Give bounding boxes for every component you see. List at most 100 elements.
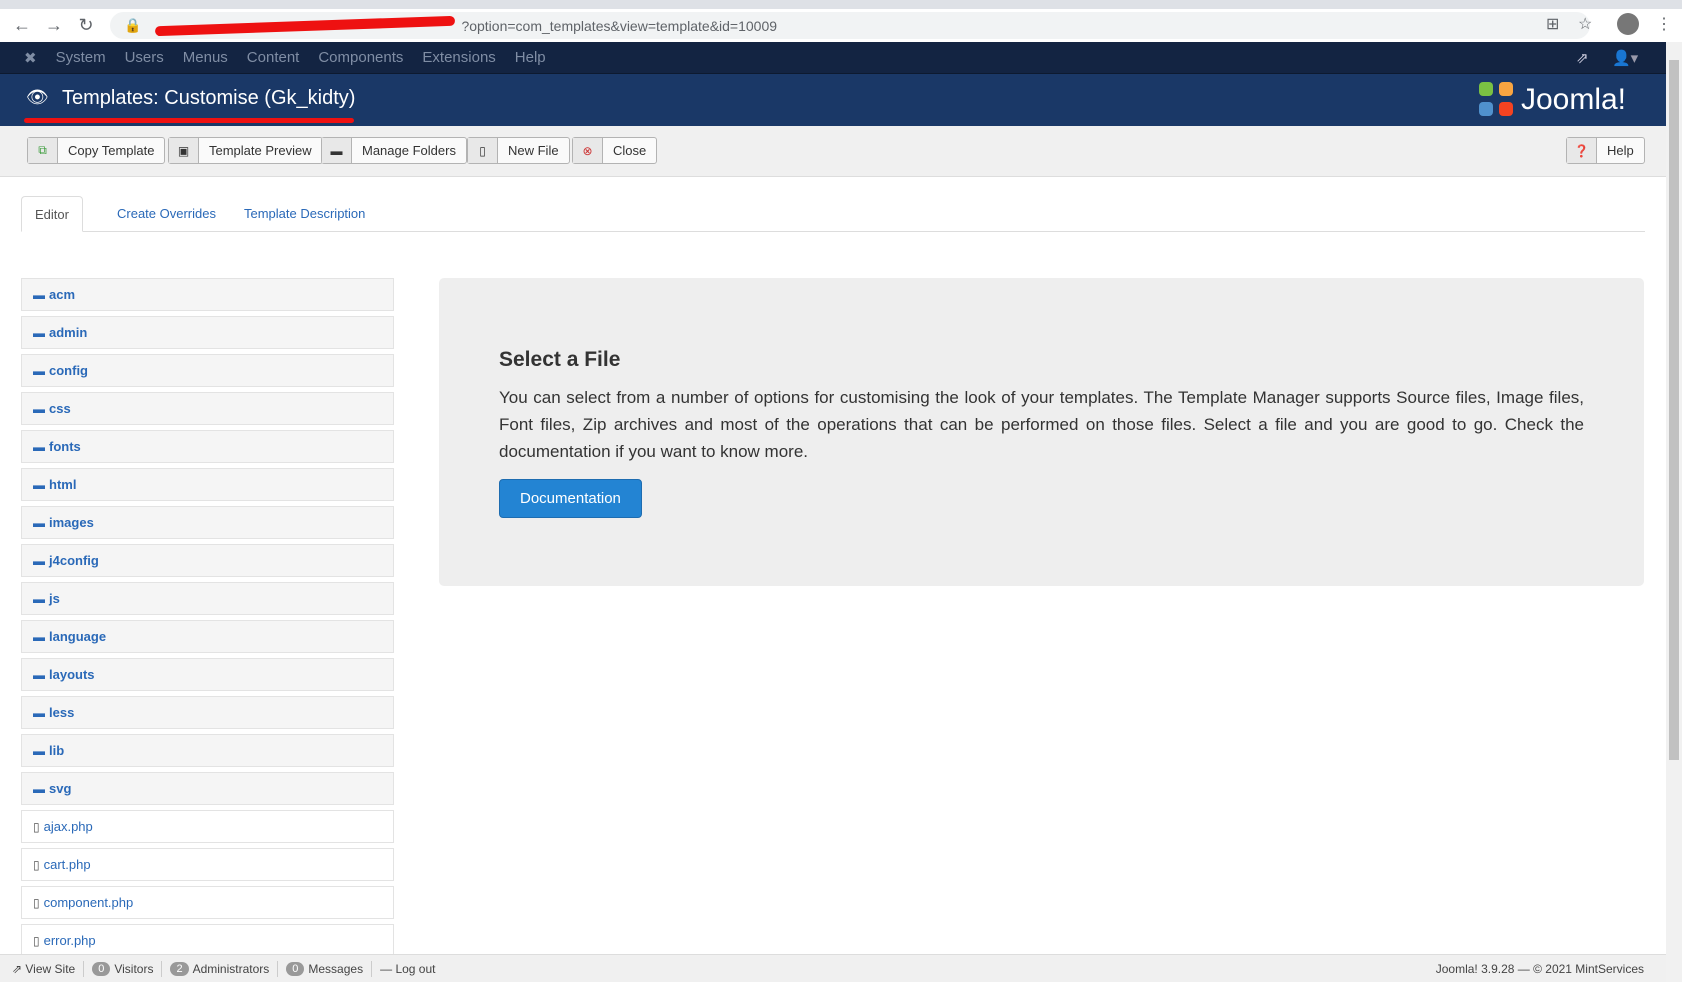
version-text: Joomla! 3.9.28 — © 2021 MintServices [1435, 961, 1644, 976]
menu-system[interactable]: System [56, 49, 106, 66]
help-button[interactable]: ❓ Help [1566, 137, 1645, 164]
menu-extensions[interactable]: Extensions [422, 49, 495, 66]
file-item[interactable]: ▯ ajax.php [21, 810, 394, 843]
visitors-badge: 0 [92, 961, 111, 976]
menu-menus[interactable]: Menus [183, 49, 228, 66]
address-bar[interactable]: 🔒 ?option=com_templates&view=template&id… [110, 12, 1590, 39]
file-item[interactable]: ▯ cart.php [21, 848, 394, 881]
profile-avatar[interactable] [1617, 13, 1639, 35]
select-file-panel: Select a File You can select from a numb… [439, 278, 1644, 586]
admins-label[interactable]: Administrators [193, 962, 270, 976]
tab-template-description[interactable]: Template Description [231, 196, 378, 232]
folder-icon: ▬ [33, 629, 45, 644]
tab-create-overrides[interactable]: Create Overrides [104, 196, 229, 232]
menu-users[interactable]: Users [125, 49, 164, 66]
url-text: ?option=com_templates&view=template&id=1… [461, 17, 778, 34]
template-preview-button[interactable]: ▣ Template Preview [168, 137, 323, 164]
manage-folders-button[interactable]: ▬ Manage Folders [321, 137, 467, 164]
folder-icon: ▬ [33, 743, 45, 758]
folder-item[interactable]: ▬ css [21, 392, 394, 425]
star-icon[interactable]: ☆ [1578, 14, 1592, 34]
menu-icon[interactable]: ⋮ [1656, 14, 1672, 34]
menu-content[interactable]: Content [247, 49, 300, 66]
file-icon: ▯ [468, 138, 498, 163]
folder-item[interactable]: ▬ fonts [21, 430, 394, 463]
eye-icon: 👁 [26, 87, 49, 107]
folder-item[interactable]: ▬ svg [21, 772, 394, 805]
menu-help[interactable]: Help [515, 49, 546, 66]
folder-item[interactable]: ▬ js [21, 582, 394, 615]
forward-icon[interactable]: → [38, 15, 70, 36]
folder-icon: ▬ [33, 401, 45, 416]
messages-badge: 0 [286, 961, 305, 976]
file-item[interactable]: ▯ component.php [21, 886, 394, 919]
admin-menu-bar: ✖ System Users Menus Content Components … [0, 42, 1666, 74]
folder-item[interactable]: ▬ html [21, 468, 394, 501]
page-title: Templates: Customise (Gk_kidty) [62, 87, 356, 109]
folder-item[interactable]: ▬ admin [21, 316, 394, 349]
folder-icon: ▬ [33, 439, 45, 454]
panel-text: You can select from a number of options … [499, 388, 1584, 461]
folder-icon: ▬ [33, 325, 45, 340]
tab-editor[interactable]: Editor [21, 196, 83, 232]
folder-icon: ▬ [33, 667, 45, 682]
folder-item[interactable]: ▬ images [21, 506, 394, 539]
scrollbar[interactable] [1666, 42, 1682, 982]
messages-label[interactable]: Messages [308, 962, 363, 976]
joomla-logo-icon [1478, 82, 1515, 118]
folder-item[interactable]: ▬ config [21, 354, 394, 387]
panel-title: Select a File [499, 348, 621, 371]
copy-icon: ⧉ [28, 138, 58, 163]
file-icon: ▯ [33, 819, 40, 834]
folder-icon: ▬ [33, 515, 45, 530]
folder-icon: ▬ [33, 591, 45, 606]
file-icon: ▯ [33, 895, 40, 910]
user-menu-icon[interactable]: 👤▾ [1612, 49, 1638, 67]
close-button[interactable]: ⊗ Close [572, 137, 658, 164]
image-icon: ▣ [169, 138, 199, 163]
page-header: 👁 Templates: Customise (Gk_kidty) Joomla… [0, 74, 1666, 126]
folder-item[interactable]: ▬ j4config [21, 544, 394, 577]
folder-item[interactable]: ▬ less [21, 696, 394, 729]
logout-link[interactable]: — Log out [380, 962, 435, 976]
file-tree: ▬ acm ▬ admin ▬ config ▬ css ▬ fonts ▬ html ▬ images ▬… [21, 278, 394, 962]
underline-mark [24, 118, 354, 123]
file-icon: ▯ [33, 933, 40, 948]
toolbar: ⧉ Copy Template ▣ Template Preview ▬ Manage… [0, 126, 1666, 177]
lock-icon: 🔒 [124, 17, 142, 33]
external-link-icon[interactable]: ⇗ [1576, 49, 1589, 67]
close-icon: ⊗ [573, 138, 603, 163]
back-icon[interactable]: ← [6, 15, 38, 36]
question-icon: ❓ [1567, 138, 1597, 163]
browser-toolbar: ← → ↻ 🔒 ?option=com_templates&view=templ… [0, 9, 1682, 42]
folder-icon: ▬ [33, 705, 45, 720]
file-item[interactable]: ▯ error.php [21, 924, 394, 957]
folder-icon: ▬ [33, 287, 45, 302]
new-file-button[interactable]: ▯ New File [467, 137, 570, 164]
menu-components[interactable]: Components [318, 49, 403, 66]
folder-icon: ▬ [322, 138, 352, 163]
joomla-icon[interactable]: ✖ [24, 49, 37, 67]
admins-badge: 2 [170, 961, 189, 976]
folder-icon: ▬ [33, 363, 45, 378]
folder-item[interactable]: ▬ acm [21, 278, 394, 311]
view-site-link[interactable]: ⇗ View Site [12, 962, 75, 976]
tab-bar: Editor Create Overrides Template Descrip… [21, 196, 1645, 232]
browser-tab-strip [0, 0, 1682, 9]
copy-template-button[interactable]: ⧉ Copy Template [27, 137, 166, 164]
scrollbar-thumb[interactable] [1669, 60, 1679, 760]
folder-item[interactable]: ▬ layouts [21, 658, 394, 691]
folder-icon: ▬ [33, 553, 45, 568]
joomla-logo: Joomla! [1478, 82, 1626, 118]
reload-icon[interactable]: ↻ [70, 15, 102, 36]
folder-item[interactable]: ▬ language [21, 620, 394, 653]
file-icon: ▯ [33, 857, 40, 872]
documentation-button[interactable]: Documentation [499, 479, 642, 518]
status-footer: ⇗ View Site 0 Visitors 2 Administrators 0M… [0, 954, 1666, 982]
folder-icon: ▬ [33, 477, 45, 492]
folder-item[interactable]: ▬ lib [21, 734, 394, 767]
visitors-label[interactable]: Visitors [114, 962, 153, 976]
translate-icon[interactable]: ⊞ [1546, 14, 1559, 34]
folder-icon: ▬ [33, 781, 45, 796]
redaction-mark [155, 15, 456, 36]
